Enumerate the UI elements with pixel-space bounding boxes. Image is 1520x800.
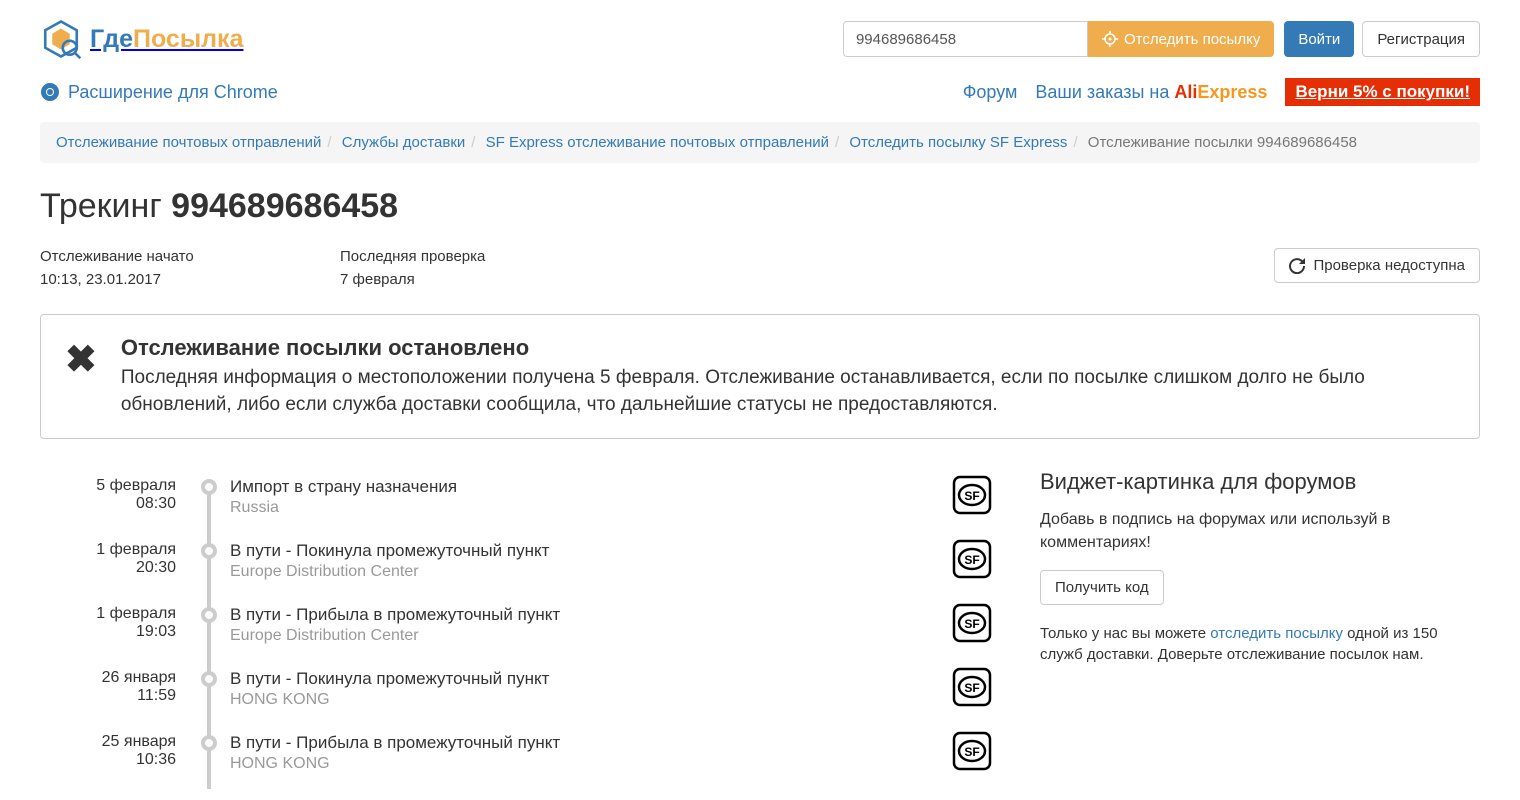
timeline-time: 19:03: [40, 623, 176, 641]
cashback-banner[interactable]: Верни 5% с покупки!: [1285, 78, 1480, 106]
last-check-label: Последняя проверка: [340, 248, 640, 265]
timeline-status: Импорт в страну назначения: [230, 477, 1000, 497]
timeline-item: 5 февраля08:30 Импорт в страну назначения…: [40, 469, 1000, 533]
timeline-location: Europe Distribution Center: [230, 627, 1000, 645]
sf-express-icon: SF: [952, 667, 992, 707]
widget-title: Виджет-картинка для форумов: [1040, 469, 1480, 495]
logo[interactable]: ГдеПосылка: [40, 18, 243, 60]
widget-text: Добавь в подпись на форумах или использу…: [1040, 509, 1480, 554]
crosshair-icon: [1102, 31, 1118, 47]
logo-text-gde: Где: [90, 25, 133, 53]
chrome-extension-link[interactable]: Расширение для Chrome: [40, 82, 278, 103]
page-title: Трекинг 994689686458: [40, 187, 1480, 226]
sf-express-icon: SF: [952, 475, 992, 515]
sf-express-icon: SF: [952, 539, 992, 579]
sf-express-icon: SF: [952, 603, 992, 643]
timeline-time: 08:30: [40, 495, 176, 513]
title-number: 994689686458: [171, 187, 398, 225]
track-button-label: Отследить посылку: [1124, 31, 1260, 48]
timeline-item: 25 января10:36 В пути - Прибыла в промежу…: [40, 725, 1000, 789]
forum-link[interactable]: Форум: [963, 82, 1018, 103]
timeline-time: 11:59: [40, 687, 176, 705]
alert-body: Последняя информация о местоположении по…: [121, 365, 1455, 418]
orders-prefix: Ваши заказы на: [1035, 82, 1174, 102]
sf-express-icon: SF: [952, 731, 992, 771]
aliexpress-orders-link[interactable]: Ваши заказы на AliExpress: [1035, 82, 1267, 103]
get-code-button[interactable]: Получить код: [1040, 570, 1164, 605]
courier-badge: SF: [952, 539, 992, 579]
timeline-location: HONG KONG: [230, 755, 1000, 773]
timeline-status: В пути - Прибыла в промежуточный пункт: [230, 733, 1000, 753]
alert-stopped: ✖ Отслеживание посылки остановлено После…: [40, 314, 1480, 439]
breadcrumb-link-1[interactable]: Отслеживание почтовых отправлений: [56, 134, 321, 151]
last-check-value: 7 февраля: [340, 271, 640, 288]
timeline-location: Russia: [230, 499, 1000, 517]
timeline-status: В пути - Прибыла в промежуточный пункт: [230, 605, 1000, 625]
refresh-icon: [1289, 258, 1305, 274]
tracking-timeline: 5 февраля08:30 Импорт в страну назначения…: [40, 469, 1000, 789]
courier-badge: SF: [952, 603, 992, 643]
chrome-icon: [40, 82, 60, 102]
timeline-time: 10:36: [40, 751, 176, 769]
tracking-started-label: Отслеживание начато: [40, 248, 340, 265]
courier-badge: SF: [952, 731, 992, 771]
refresh-button[interactable]: Проверка недоступна: [1274, 248, 1480, 283]
timeline-date: 1 февраля: [40, 541, 176, 559]
timeline-date: 26 января: [40, 669, 176, 687]
track-parcel-link[interactable]: отследить посылку: [1210, 625, 1343, 642]
svg-text:SF: SF: [964, 489, 979, 503]
timeline-status: В пути - Покинула промежуточный пункт: [230, 669, 1000, 689]
title-prefix: Трекинг: [40, 187, 171, 225]
timeline-location: Europe Distribution Center: [230, 563, 1000, 581]
svg-text:SF: SF: [964, 617, 979, 631]
breadcrumb: Отслеживание почтовых отправлений/ Служб…: [40, 122, 1480, 163]
alert-title: Отслеживание посылки остановлено: [121, 335, 1455, 361]
timeline-status: В пути - Покинула промежуточный пункт: [230, 541, 1000, 561]
breadcrumb-link-4[interactable]: Отследить посылку SF Express: [849, 134, 1067, 151]
timeline-item: 1 февраля20:30 В пути - Покинула промежут…: [40, 533, 1000, 597]
register-button[interactable]: Регистрация: [1362, 21, 1480, 57]
timeline-item: 1 февраля19:03 В пути - Прибыла в промежу…: [40, 597, 1000, 661]
note-prefix: Только у нас вы можете: [1040, 625, 1210, 642]
timeline-time: 20:30: [40, 559, 176, 577]
svg-text:SF: SF: [964, 681, 979, 695]
logo-text-posylka: Посылка: [133, 25, 243, 53]
box-search-icon: [40, 18, 82, 60]
breadcrumb-link-3[interactable]: SF Express отслеживание почтовых отправл…: [486, 134, 829, 151]
close-icon: ✖: [65, 341, 97, 379]
ali-part2: Express: [1197, 82, 1267, 102]
timeline-date: 25 января: [40, 733, 176, 751]
chrome-extension-label: Расширение для Chrome: [68, 82, 278, 103]
tracking-started-value: 10:13, 23.01.2017: [40, 271, 340, 288]
timeline-location: HONG KONG: [230, 691, 1000, 709]
timeline-date: 1 февраля: [40, 605, 176, 623]
breadcrumb-current: Отслеживание посылки 994689686458: [1088, 134, 1357, 151]
svg-text:SF: SF: [964, 745, 979, 759]
courier-badge: SF: [952, 667, 992, 707]
timeline-item: 26 января11:59 В пути - Покинула промежут…: [40, 661, 1000, 725]
tracking-input[interactable]: [843, 21, 1088, 57]
breadcrumb-link-2[interactable]: Службы доставки: [342, 134, 466, 151]
widget-note: Только у нас вы можете отследить посылку…: [1040, 623, 1480, 665]
svg-text:SF: SF: [964, 553, 979, 567]
timeline-date: 5 февраля: [40, 477, 176, 495]
ali-part1: Ali: [1174, 82, 1197, 102]
track-button[interactable]: Отследить посылку: [1088, 21, 1274, 57]
courier-badge: SF: [952, 475, 992, 515]
refresh-button-label: Проверка недоступна: [1313, 257, 1465, 274]
login-button[interactable]: Войти: [1284, 21, 1354, 57]
